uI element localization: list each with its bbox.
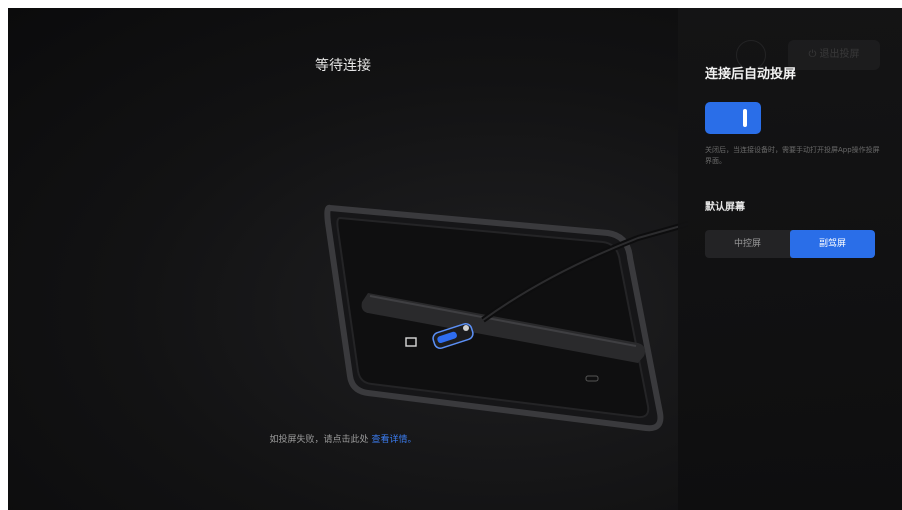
view-details-link[interactable]: 查看详情。 [371, 435, 416, 445]
exit-projection-label: 退出投屏 [819, 49, 860, 60]
power-icon: ⏻ [808, 49, 817, 60]
failure-hint-text: 如投屏失败，请点击此处 [269, 435, 369, 445]
auto-projection-description: 关闭后，当连接设备时，需要手动打开投屏App操作投屏界面。 [705, 146, 880, 165]
usb-connection-illustration [324, 204, 688, 432]
default-screen-selector: 中控屏 副驾屏 [705, 230, 875, 258]
exit-projection-button[interactable]: ⏻ 退出投屏 [788, 40, 880, 70]
settings-panel: ⏻ 退出投屏 连接后自动投屏 关闭后，当连接设备时，需要手动打开投屏App操作投… [678, 8, 902, 510]
projection-screen: 等待连接 如投屏失败，请点击此处 查看详情。 ⏻ 退出投屏 连接后自动投屏 关闭… [8, 8, 902, 510]
auto-projection-toggle[interactable] [705, 102, 761, 134]
page-title: 等待连接 [315, 58, 371, 74]
auto-projection-title: 连接后自动投屏 [705, 67, 797, 82]
toggle-knob [743, 109, 747, 127]
screen-option-passenger[interactable]: 副驾屏 [790, 230, 875, 258]
default-screen-label: 默认屏幕 [705, 202, 745, 213]
failure-hint: 如投屏失败，请点击此处 查看详情。 [8, 432, 678, 445]
screen-option-center[interactable]: 中控屏 [705, 230, 790, 258]
